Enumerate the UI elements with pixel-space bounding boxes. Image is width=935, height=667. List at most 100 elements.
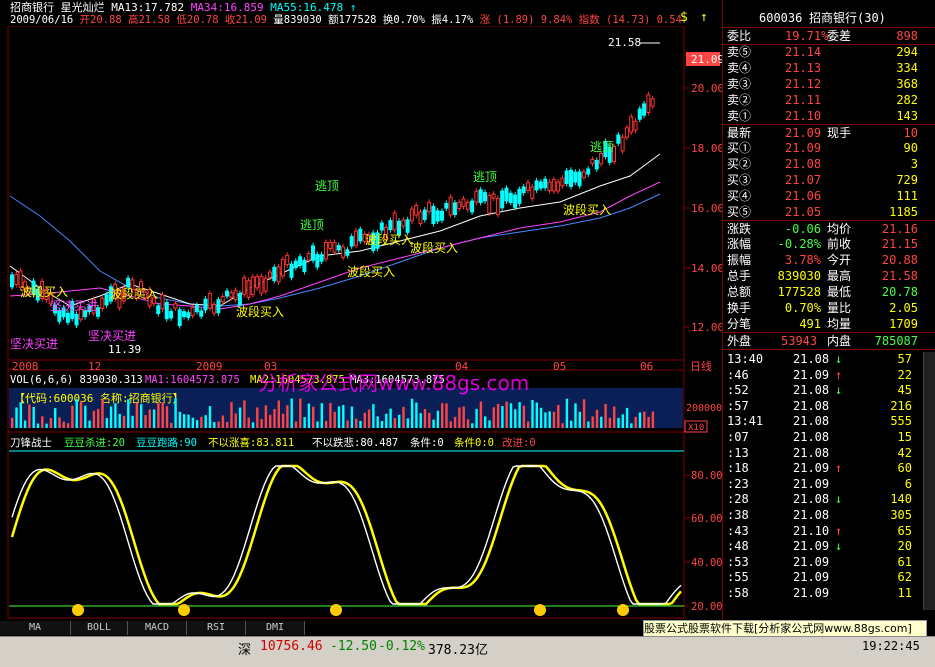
bid-row[interactable]: 买⑤ 21.05 1185 (723, 204, 935, 220)
candle-body (190, 306, 195, 317)
candle-body (242, 277, 247, 295)
ask-row[interactable]: 卖⑤ 21.14 294 (723, 44, 935, 60)
volume-bar (578, 411, 581, 428)
bid-row[interactable]: 买① 21.09 90 (723, 140, 935, 156)
volume-bar (415, 402, 418, 428)
tick-arrow: ↓ (835, 492, 843, 507)
candle-body (194, 304, 199, 313)
market-change: -12.50 (330, 639, 377, 654)
candle-body (250, 276, 255, 296)
candle-body (259, 275, 264, 294)
candle-body (517, 188, 522, 204)
bid-row[interactable]: 买② 21.08 3 (723, 156, 935, 172)
ask-row[interactable]: 卖③ 21.12 368 (723, 76, 935, 92)
ask-row[interactable]: 卖④ 21.13 334 (723, 60, 935, 76)
candle-body (547, 181, 552, 192)
candle-body (332, 241, 337, 253)
decisive-buy-label-3: 坚决买进 (88, 329, 136, 343)
tick-price: 21.09 (793, 554, 830, 569)
candle-body (298, 256, 303, 266)
tick-time: :55 (727, 570, 749, 585)
price-tick-14: 14.00 (691, 262, 722, 275)
vol-header: VOL(6,6,6) 839030.313 (10, 374, 143, 386)
dollar-icon[interactable]: $ (680, 10, 688, 25)
candle-body (405, 219, 410, 233)
ask-row[interactable]: 卖① 21.10 143 (723, 108, 935, 124)
volume-bar (342, 404, 345, 428)
tab-boll[interactable]: BOLL (71, 621, 128, 635)
tick-price: 21.08 (793, 445, 830, 460)
tick-scrollbar[interactable] (923, 352, 935, 610)
volume-bar (230, 402, 233, 428)
chart-canvas[interactable]: 20.00 18.00 16.00 14.00 12.00 21.09 21.5… (0, 26, 722, 622)
date-05: 05 (553, 360, 566, 373)
volume-bar (19, 402, 22, 428)
volume-bar (234, 413, 237, 428)
volume-bar (647, 416, 650, 428)
volume-bar (419, 413, 422, 428)
osc-p2: 豆豆跑路:90 (136, 436, 197, 449)
candle-body (594, 159, 599, 170)
tick-volume: 62 (897, 570, 912, 585)
tab-rsi[interactable]: RSI (187, 621, 246, 635)
volume-bar (200, 416, 203, 428)
tick-time: :38 (727, 508, 749, 522)
bid-row[interactable]: 买③ 21.07 729 (723, 172, 935, 188)
volume-bar (484, 416, 487, 428)
inner-value: 785087 (874, 334, 918, 348)
volume-bar (135, 402, 139, 428)
clock: 19:22:45 (862, 639, 920, 653)
candle-body (177, 309, 182, 327)
tick-time: 13:40 (727, 352, 764, 366)
tick-row: :07 21.08 15 (723, 430, 935, 445)
volume-bar (496, 403, 500, 428)
candle-body (203, 298, 208, 311)
candle-body (448, 196, 453, 216)
volume-bar (101, 398, 104, 428)
volume-bar (557, 404, 560, 428)
up-arrow-icon[interactable]: ↑ (700, 10, 708, 25)
tick-row: :53 21.09 61 (723, 555, 935, 570)
volume-bar (161, 402, 164, 428)
volume-bar (187, 414, 190, 428)
bid-row[interactable]: 买④ 21.06 111 (723, 188, 935, 204)
volume-bar (514, 409, 517, 428)
tick-row: :38 21.08 305 (723, 508, 935, 523)
tick-row: :48 21.09 ↓ 20 (723, 539, 935, 554)
tick-price: 21.10 (793, 523, 830, 538)
volume-bar (333, 411, 336, 428)
ask-label: 卖① (727, 109, 752, 123)
stat-row: 换手 0.70% 量比 2.05 (723, 300, 935, 316)
promo-banner[interactable]: 股票公式股票软件下载[分析家公式网www.88gs.com] (643, 620, 927, 637)
volume-bar (127, 399, 130, 428)
candle-body (586, 168, 591, 175)
volume-bar (256, 407, 259, 428)
tab-macd[interactable]: MACD (128, 621, 187, 635)
tick-time: :13 (727, 445, 749, 460)
candle-body (207, 293, 212, 309)
price-axis: 20.00 18.00 16.00 14.00 12.00 (684, 82, 722, 334)
quote-panel: 600036 招商银行(30) 委比 19.71% 委差 898 卖⑤ 21.14… (722, 0, 935, 624)
close-value: 收21.09 (224, 14, 267, 26)
volume-bar (66, 423, 70, 428)
tick-row: 13:41 21.08 555 (723, 414, 935, 429)
volume-bar (49, 418, 53, 428)
volume-bar (574, 403, 577, 428)
tick-time: :43 (727, 523, 749, 538)
tab-ma[interactable]: MA (0, 621, 71, 635)
stat-label-2: 最高 (827, 269, 852, 283)
volume-bar (170, 422, 173, 428)
volume-bar (92, 410, 96, 428)
candle-body (302, 259, 307, 273)
volume-bar (307, 403, 311, 428)
stat-row: 涨幅 -0.28% 前收 21.15 (723, 236, 935, 252)
tab-dmi[interactable]: DMI (246, 621, 305, 635)
candle-body (379, 222, 384, 231)
volume-bar (535, 402, 538, 428)
band-buy-label-6: 波段买入 (410, 240, 458, 255)
stat-label-2: 今开 (827, 253, 852, 267)
tick-price: 21.09 (793, 570, 830, 585)
tick-time: 13:41 (727, 414, 764, 429)
tick-volume: 11 (897, 586, 912, 600)
ask-row[interactable]: 卖② 21.11 282 (723, 92, 935, 108)
